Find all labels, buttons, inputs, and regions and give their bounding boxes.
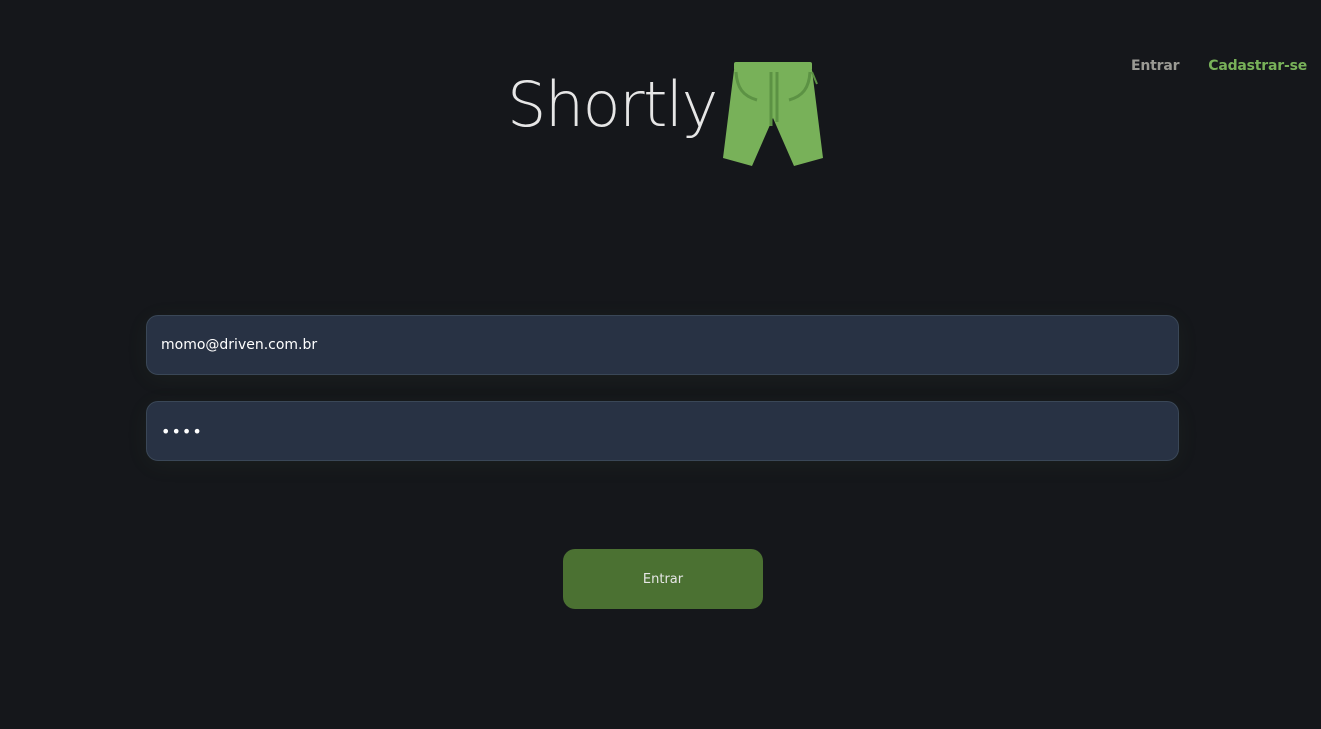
- logo-text: Shortly: [507, 68, 718, 141]
- shorts-icon: [722, 62, 823, 166]
- nav-login-link[interactable]: Entrar: [1131, 58, 1179, 74]
- nav-signup-link[interactable]: Cadastrar-se: [1208, 58, 1307, 74]
- email-field[interactable]: [146, 315, 1179, 375]
- login-submit-button[interactable]: Entrar: [563, 549, 763, 609]
- top-navigation: Entrar Cadastrar-se: [1131, 58, 1307, 74]
- password-field[interactable]: [146, 401, 1179, 461]
- login-page: Entrar Cadastrar-se Shortly Entrar: [0, 0, 1321, 729]
- logo: Shortly: [507, 58, 825, 170]
- login-form: [146, 315, 1179, 461]
